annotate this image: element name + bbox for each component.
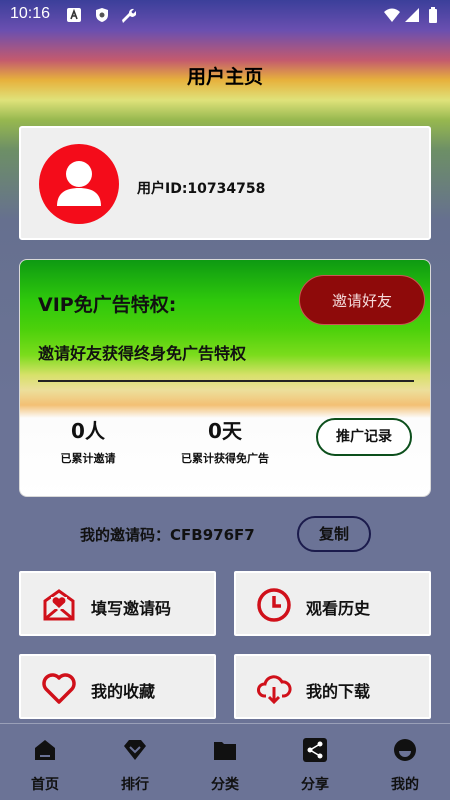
menu-label: 观看历史 — [306, 599, 371, 618]
bottom-nav: 首页 排行 分类 分享 我的 — [0, 723, 450, 800]
menu-downloads[interactable]: 我的下载 — [234, 654, 431, 719]
stat-label: 已累计邀请 — [60, 452, 116, 465]
nav-label: 首页 — [31, 777, 59, 793]
share-icon — [303, 738, 327, 762]
nav-label: 分类 — [211, 777, 239, 793]
divider — [38, 380, 414, 382]
vip-title: VIP免广告特权: — [38, 294, 177, 316]
nav-label: 排行 — [121, 777, 149, 793]
menu-label: 我的下载 — [306, 682, 371, 701]
stat-label: 已累计获得免广告 — [181, 452, 269, 465]
copy-button[interactable]: 复制 — [297, 516, 371, 552]
nav-ranking[interactable]: 排行 — [90, 724, 180, 800]
user-avatar-icon — [57, 161, 101, 206]
vip-card: VIP免广告特权: 邀请好友 邀请好友获得终身免广告特权 0人 已累计邀请 0天… — [19, 259, 431, 497]
avatar[interactable] — [39, 144, 119, 224]
invite-friends-button[interactable]: 邀请好友 — [299, 275, 425, 325]
nav-categories[interactable]: 分类 — [180, 724, 270, 800]
profile-icon — [394, 739, 416, 761]
vip-description: 邀请好友获得终身免广告特权 — [38, 344, 247, 363]
notification-a-icon — [67, 8, 81, 22]
envelope-heart-icon — [43, 589, 75, 621]
stat-invited: 0人 已累计邀请 — [28, 415, 148, 466]
wrench-icon — [122, 8, 136, 23]
nav-label: 我的 — [391, 777, 419, 793]
promotion-records-button[interactable]: 推广记录 — [316, 418, 412, 456]
menu-watch-history[interactable]: 观看历史 — [234, 571, 431, 636]
status-bar: 10:16 — [0, 0, 450, 30]
user-id: 用户ID:10734758 — [137, 181, 266, 197]
heart-icon — [42, 673, 76, 704]
menu-enter-invite-code[interactable]: 填写邀请码 — [19, 571, 216, 636]
stat-ad-free-days: 0天 已累计获得免广告 — [165, 415, 285, 466]
ranking-icon — [124, 740, 146, 760]
home-icon — [35, 740, 55, 760]
status-time: 10:16 — [10, 5, 51, 22]
signal-icon — [405, 8, 419, 22]
cloud-download-icon — [257, 675, 292, 705]
menu-favorites[interactable]: 我的收藏 — [19, 654, 216, 719]
nav-label: 分享 — [301, 777, 329, 793]
user-card[interactable]: 用户ID:10734758 — [19, 126, 431, 240]
folder-icon — [214, 742, 236, 760]
nav-share[interactable]: 分享 — [270, 724, 360, 800]
menu-label: 填写邀请码 — [91, 599, 172, 618]
nav-profile[interactable]: 我的 — [360, 724, 450, 800]
battery-icon — [429, 7, 437, 23]
clock-icon — [257, 588, 291, 622]
page-title: 用户主页 — [186, 66, 263, 88]
stat-value: 0人 — [71, 419, 105, 443]
invite-code-text: 我的邀请码：CFB976F7 — [80, 526, 255, 544]
shield-icon — [96, 8, 108, 22]
stat-value: 0天 — [208, 419, 242, 443]
nav-home[interactable]: 首页 — [0, 724, 90, 800]
menu-label: 我的收藏 — [91, 682, 156, 701]
wifi-icon — [384, 8, 400, 22]
